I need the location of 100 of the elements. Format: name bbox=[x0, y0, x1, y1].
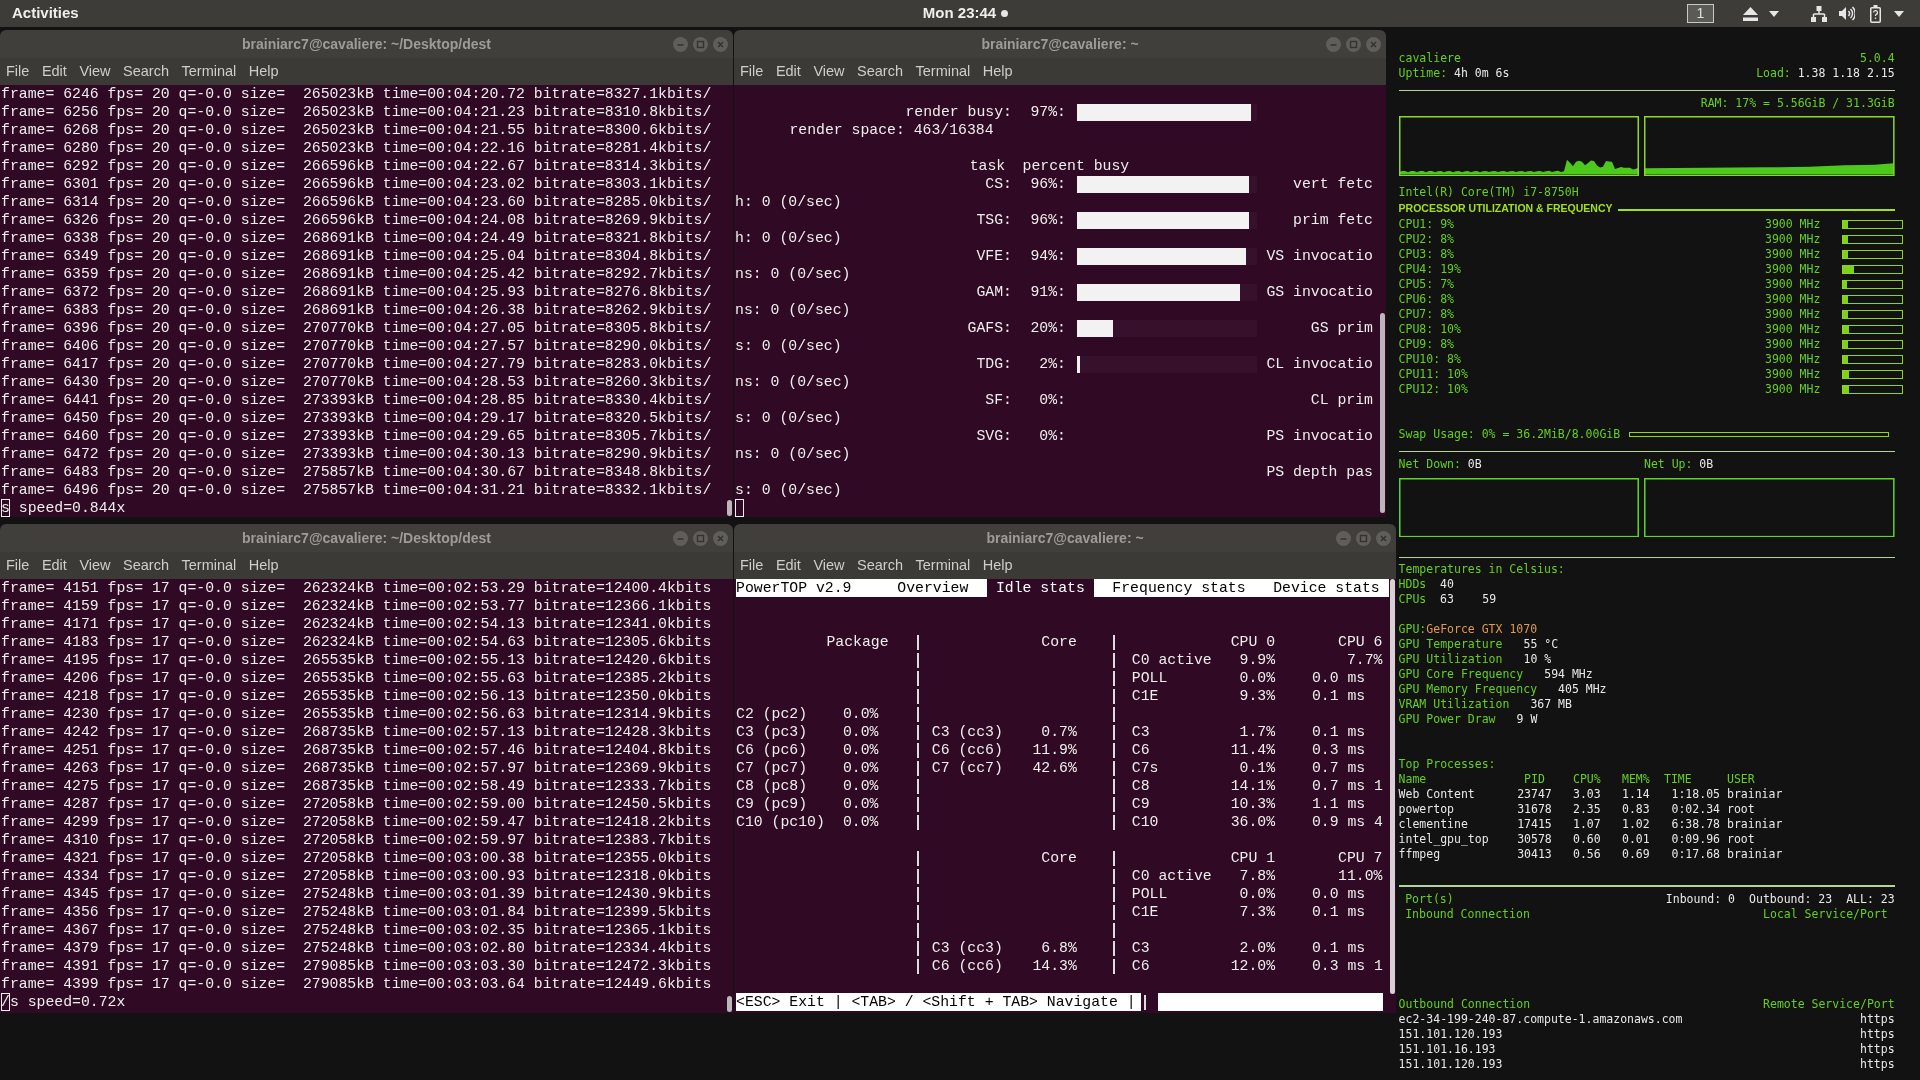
cpu-frequency: 3900 MHz bbox=[1765, 277, 1821, 293]
state-value: 0.7 ms bbox=[1311, 759, 1366, 777]
column-header: CPU 1 bbox=[1230, 849, 1276, 867]
scrollbar-thumb[interactable] bbox=[1380, 313, 1385, 513]
scrollbar-thumb[interactable] bbox=[727, 996, 732, 1012]
menu-item[interactable]: Edit bbox=[775, 60, 801, 83]
close-icon[interactable] bbox=[1375, 530, 1391, 546]
menu-item[interactable]: Terminal bbox=[181, 60, 237, 83]
menu-item[interactable]: View bbox=[813, 60, 845, 83]
column-header: MEM% bbox=[1622, 771, 1650, 786]
close-icon[interactable] bbox=[1365, 36, 1381, 52]
maximize-icon[interactable] bbox=[1355, 530, 1371, 546]
counter-text: h: 0 (0/sec) bbox=[735, 229, 842, 247]
menu-item[interactable]: File bbox=[740, 554, 764, 577]
terminal-line: frame= 4206 fps= 17 q=-0.0 size= 265535kB time=00:02:55.63 bitrate=12385.2kbits bbox=[1, 669, 712, 687]
port-count: Outbound: 23 bbox=[1749, 891, 1833, 907]
terminal-line: frame= 6496 fps= 20 q=-0.0 size= 275857kB time=00:04:31.21 bitrate=8332.1kbits/ bbox=[1, 481, 712, 499]
menu-item[interactable]: Search bbox=[123, 554, 169, 577]
table-cell: 2.35 bbox=[1573, 801, 1601, 816]
cpu-frequency: 3900 MHz bbox=[1765, 217, 1821, 233]
menu-item[interactable]: Edit bbox=[775, 554, 801, 577]
state-name: C6 bbox=[1131, 742, 1150, 758]
workspace-indicator[interactable]: 1 bbox=[1687, 4, 1714, 23]
host-name: cavaliere bbox=[1398, 50, 1461, 66]
menu-item[interactable]: Edit bbox=[41, 60, 67, 83]
terminal-line: frame= 6314 fps= 20 q=-0.0 size= 266596kB time=00:04:23.60 bitrate=8285.0kbits/ bbox=[1, 193, 712, 211]
menu-item[interactable]: Terminal bbox=[915, 554, 971, 577]
minimize-icon[interactable] bbox=[672, 530, 688, 546]
table-cell: 0.56 bbox=[1573, 846, 1601, 861]
menu-item[interactable]: View bbox=[813, 554, 845, 577]
state-value: 0.0 ms bbox=[1311, 669, 1366, 687]
temperatures-title: Temperatures in Celsius: bbox=[1398, 561, 1565, 577]
volume-icon[interactable] bbox=[1839, 6, 1855, 21]
clock[interactable]: Mon 23:44 bbox=[922, 2, 997, 25]
caret-down-icon[interactable] bbox=[1769, 10, 1779, 17]
counter-text: ns: 0 (0/sec) bbox=[735, 265, 851, 283]
cpu-frequency: 3900 MHz bbox=[1765, 352, 1821, 368]
state-value: 14.1% bbox=[1230, 777, 1276, 795]
counter-name: PS depth pas bbox=[1266, 463, 1373, 481]
menu-item[interactable]: Edit bbox=[41, 554, 67, 577]
menu-item[interactable]: View bbox=[79, 60, 111, 83]
state-value: 10.3% bbox=[1230, 795, 1276, 813]
state-name: C2 (pc2) bbox=[736, 706, 808, 722]
counter-text: ns: 0 (0/sec) bbox=[735, 373, 851, 391]
terminal-line: frame= 4321 fps= 17 q=-0.0 size= 272058kB time=00:03:00.38 bitrate=12355.0kbits bbox=[1, 849, 712, 867]
menu-item[interactable]: File bbox=[740, 60, 764, 83]
cpu-frequency: 3900 MHz bbox=[1765, 382, 1821, 398]
minimize-icon[interactable] bbox=[672, 36, 688, 52]
column-header: Core bbox=[1041, 633, 1077, 651]
scrollbar-thumb[interactable] bbox=[727, 500, 732, 516]
column-header: CPU 0 bbox=[1230, 633, 1276, 651]
scrollbar-thumb[interactable] bbox=[1390, 579, 1395, 994]
menu-item[interactable]: Search bbox=[857, 60, 903, 83]
table-cell: intel_gpu_top bbox=[1398, 831, 1489, 846]
table-cell: 0:09.96 bbox=[1671, 831, 1720, 847]
gpu-stat-label: VRAM Utilization bbox=[1398, 696, 1510, 712]
terminal-line: frame= 6450 fps= 20 q=-0.0 size= 273393kB time=00:04:29.17 bitrate=8320.5kbits/ bbox=[1, 409, 712, 427]
network-icon[interactable] bbox=[1811, 5, 1827, 22]
minimize-icon[interactable] bbox=[1325, 36, 1341, 52]
tab[interactable]: Idle stats bbox=[986, 579, 1094, 597]
terminal-line: frame= 6256 fps= 20 q=-0.0 size= 265023kB time=00:04:21.23 bitrate=8310.8kbits/ bbox=[1, 103, 712, 121]
maximize-icon[interactable] bbox=[1345, 36, 1361, 52]
menu-item[interactable]: View bbox=[79, 554, 111, 577]
close-icon[interactable] bbox=[712, 530, 728, 546]
menu-item[interactable]: Terminal bbox=[915, 60, 971, 83]
state-value: 0.0% bbox=[842, 741, 879, 759]
menu-item[interactable]: Search bbox=[123, 60, 169, 83]
load-value: 1.38 1.18 2.15 bbox=[1797, 65, 1895, 81]
cpu-frequency: 3900 MHz bbox=[1765, 262, 1821, 278]
state-name: C6 bbox=[1131, 958, 1150, 974]
maximize-icon[interactable] bbox=[692, 530, 708, 546]
menu-item[interactable]: Help bbox=[982, 554, 1013, 577]
close-icon[interactable] bbox=[712, 36, 728, 52]
gpu-stat-label: GPU Core Frequency bbox=[1398, 666, 1524, 682]
table-cell: powertop bbox=[1398, 801, 1454, 816]
menu-item[interactable]: Help bbox=[248, 554, 279, 577]
activities-button[interactable]: Activities bbox=[12, 2, 79, 25]
caret-down-icon[interactable] bbox=[1894, 10, 1904, 17]
state-value: 0.0% bbox=[1239, 885, 1276, 903]
state-name: C7 (pc7) bbox=[736, 760, 808, 776]
minimize-icon[interactable] bbox=[1335, 530, 1351, 546]
menu-item[interactable]: Help bbox=[982, 60, 1013, 83]
state-value: 0.9 ms 4 bbox=[1311, 813, 1383, 831]
menu-item[interactable]: File bbox=[6, 60, 30, 83]
menu-item[interactable]: File bbox=[6, 554, 30, 577]
service-name: https bbox=[1859, 1056, 1895, 1072]
column-header: CPU% bbox=[1573, 771, 1601, 786]
percent-value: 94%: bbox=[1030, 247, 1066, 265]
counter-text: ns: 0 (0/sec) bbox=[735, 445, 851, 463]
state-value: 11.4% bbox=[1230, 741, 1276, 759]
maximize-icon[interactable] bbox=[692, 36, 708, 52]
battery-icon[interactable] bbox=[1870, 4, 1881, 23]
eject-icon[interactable] bbox=[1743, 6, 1758, 21]
cpu-model: Intel(R) Core(TM) i7-8750H bbox=[1398, 184, 1579, 200]
menu-item[interactable]: Help bbox=[248, 60, 279, 83]
terminal-line: frame= 4263 fps= 17 q=-0.0 size= 268735kB time=00:02:57.97 bitrate=12369.9kbits bbox=[1, 759, 712, 777]
menu-item[interactable]: Terminal bbox=[181, 554, 237, 577]
state-value: 36.0% bbox=[1230, 813, 1276, 831]
menu-item[interactable]: Search bbox=[857, 554, 903, 577]
host-address: ec2-34-199-240-87.compute-1.amazonaws.com bbox=[1398, 1011, 1683, 1027]
